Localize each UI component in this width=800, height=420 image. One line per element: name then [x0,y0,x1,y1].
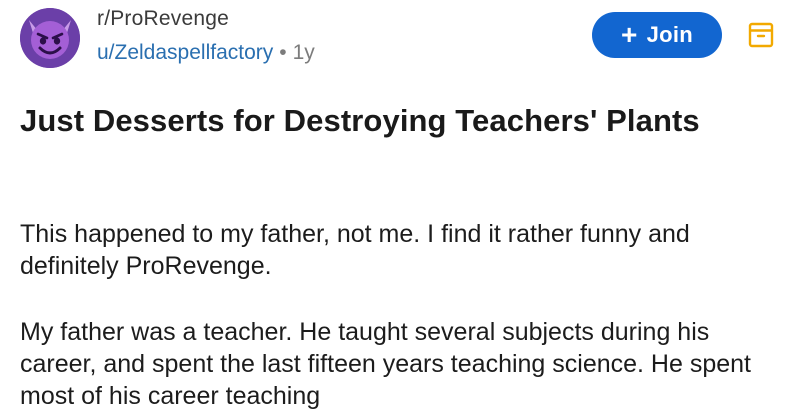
reddit-post-view: r/ProRevenge u/Zeldaspellfactory • 1y + Jo… [0,0,800,420]
join-label: Join [646,22,694,47]
save-icon[interactable] [748,22,774,48]
byline: u/Zeldaspellfactory • 1y [97,40,315,66]
author-link[interactable]: u/Zeldaspellfactory [97,41,273,64]
post-paragraph: My father was a teacher. He taught sever… [20,318,751,410]
devil-face-icon[interactable] [20,8,80,68]
post-meta: r/ProRevenge u/Zeldaspellfactory • 1y [97,6,315,66]
post-paragraph: This happened to my father, not me. I fi… [20,220,690,280]
post-title: Just Desserts for Destroying Teachers' P… [20,103,700,138]
post-header: r/ProRevenge u/Zeldaspellfactory • 1y + Jo… [20,2,780,72]
separator-dot: • [279,41,287,64]
join-button[interactable]: + Join [592,12,722,58]
plus-icon: + [620,19,638,50]
post-age: 1y [292,41,315,64]
subreddit-link[interactable]: r/ProRevenge [97,6,315,32]
